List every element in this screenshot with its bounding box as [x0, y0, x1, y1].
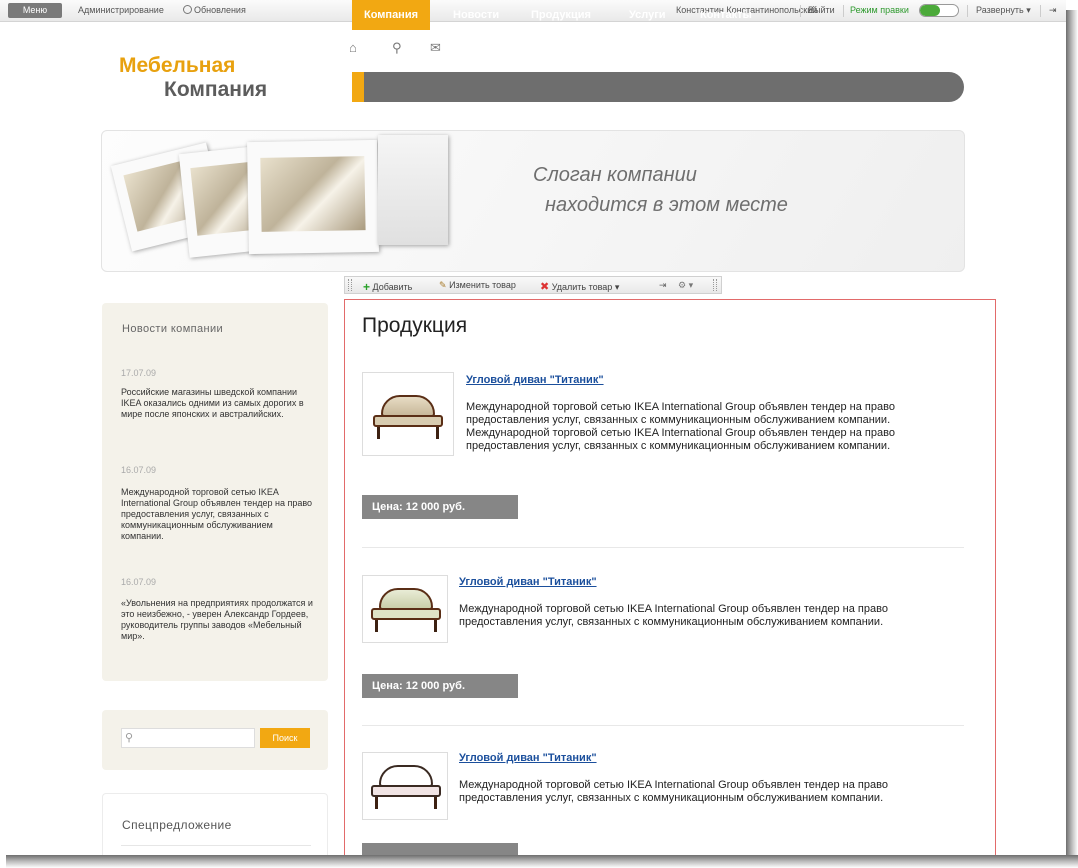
- news-date: 17.07.09: [121, 368, 157, 378]
- delete-icon: ✖: [540, 281, 550, 293]
- sofa-image: [373, 395, 443, 439]
- toggle-on-indicator: [920, 5, 940, 16]
- price-badge: [362, 843, 518, 855]
- add-button[interactable]: + Добавить: [363, 280, 412, 294]
- expand-label: Развернуть: [976, 5, 1024, 15]
- search-button[interactable]: Поиск: [260, 728, 310, 748]
- search-input[interactable]: [121, 728, 255, 748]
- toolbar-grip-handle[interactable]: [713, 279, 717, 291]
- banner-photo: [247, 139, 379, 255]
- news-panel-title: Новости компании: [122, 323, 224, 335]
- updates-label: Обновления: [194, 5, 246, 15]
- special-offer-title: Спецпредложение: [122, 818, 232, 832]
- slogan-line-2: находится в этом месте: [545, 194, 788, 216]
- updates-link[interactable]: Обновления: [183, 5, 246, 15]
- plus-icon: +: [363, 280, 371, 294]
- divider: [362, 547, 964, 548]
- divider: [121, 845, 311, 846]
- home-icon[interactable]: ⌂: [349, 40, 357, 55]
- sofa-image: [371, 765, 441, 809]
- main-navigation: [352, 72, 964, 102]
- news-item-text[interactable]: Международной торговой сетью IKEA Intern…: [121, 487, 316, 542]
- nav-active-edge: [352, 72, 364, 102]
- add-label: Добавить: [372, 282, 413, 292]
- logo-line-1[interactable]: Мебельная: [119, 54, 235, 78]
- product-description: Международной торговой сетью IKEA Intern…: [459, 779, 888, 804]
- separator: [967, 5, 968, 17]
- mail-icon[interactable]: ✉: [430, 40, 441, 56]
- page-frame: Меню Администрирование Обновления Конста…: [0, 0, 1066, 855]
- edit-mode-label[interactable]: Режим правки: [850, 5, 909, 15]
- menu-button[interactable]: Меню: [8, 3, 62, 18]
- logo-line-2[interactable]: Компания: [164, 78, 267, 102]
- settings-icon[interactable]: ⚙ ▾: [678, 280, 693, 291]
- product-title-link[interactable]: Угловой диван "Титаник": [459, 752, 597, 764]
- edit-mode-toggle[interactable]: [919, 4, 959, 17]
- nav-item-contacts[interactable]: Контакты: [700, 0, 752, 30]
- administration-link[interactable]: Администрирование: [78, 5, 164, 15]
- delete-label: Удалить товар: [551, 282, 613, 292]
- news-item-text[interactable]: «Увольнения на предприятиях продолжатся …: [121, 598, 316, 642]
- nav-item-products[interactable]: Продукция: [531, 0, 591, 30]
- price-badge: Цена: 12 000 руб.: [362, 674, 518, 698]
- page-shadow-bottom: [6, 855, 1078, 868]
- expand-link[interactable]: Развернуть ▾: [976, 5, 1031, 16]
- product-description: Международной торговой сетью IKEA Intern…: [459, 603, 888, 628]
- separator: [843, 5, 844, 17]
- pin-icon[interactable]: ⇥: [1049, 5, 1057, 16]
- product-title-link[interactable]: Угловой диван "Титаник": [459, 576, 597, 588]
- edit-product-button[interactable]: ✎ Изменить товар: [439, 280, 516, 291]
- search-icon[interactable]: ⚲: [392, 40, 402, 56]
- nav-item-company[interactable]: Компания: [352, 0, 431, 30]
- chevron-down-icon: ▾: [1026, 5, 1031, 15]
- separator: [1040, 5, 1041, 17]
- banner-photo: [378, 135, 448, 245]
- edit-label: Изменить товар: [449, 280, 516, 290]
- pin-icon[interactable]: ⇥: [659, 280, 667, 291]
- news-item-text[interactable]: Российские магазины шведской компании IK…: [121, 387, 316, 420]
- page-title: Продукция: [362, 314, 468, 337]
- pencil-icon: ✎: [439, 280, 447, 290]
- edit-toolbar: + Добавить ✎ Изменить товар ✖ Удалить то…: [344, 276, 722, 294]
- product-image[interactable]: [362, 575, 448, 643]
- delete-product-button[interactable]: ✖ Удалить товар ▾: [540, 280, 619, 293]
- divider: [362, 725, 964, 726]
- slogan-line-1: Слоган компании: [533, 164, 697, 186]
- logout-link[interactable]: Выйти: [808, 5, 835, 15]
- toolbar-grip-handle[interactable]: [348, 279, 352, 291]
- chevron-down-icon: ▾: [614, 282, 620, 292]
- price-badge: Цена: 12 000 руб.: [362, 495, 518, 519]
- product-description: Международной торговой сетью IKEA Intern…: [466, 401, 895, 452]
- banner: [101, 130, 965, 272]
- search-icon: ⚲: [125, 732, 134, 744]
- nav-item-services[interactable]: Услуги: [629, 0, 666, 30]
- sofa-image: [371, 588, 441, 632]
- news-date: 16.07.09: [121, 465, 157, 475]
- news-date: 16.07.09: [121, 577, 157, 587]
- chevron-down-icon: ▾: [688, 280, 694, 290]
- globe-icon: [183, 5, 192, 14]
- product-image[interactable]: [362, 752, 448, 820]
- product-title-link[interactable]: Угловой диван "Титаник": [466, 374, 604, 386]
- page-shadow-right: [1066, 10, 1078, 868]
- product-image[interactable]: [362, 372, 454, 456]
- nav-item-news[interactable]: Новости: [453, 0, 499, 30]
- separator: [800, 5, 801, 17]
